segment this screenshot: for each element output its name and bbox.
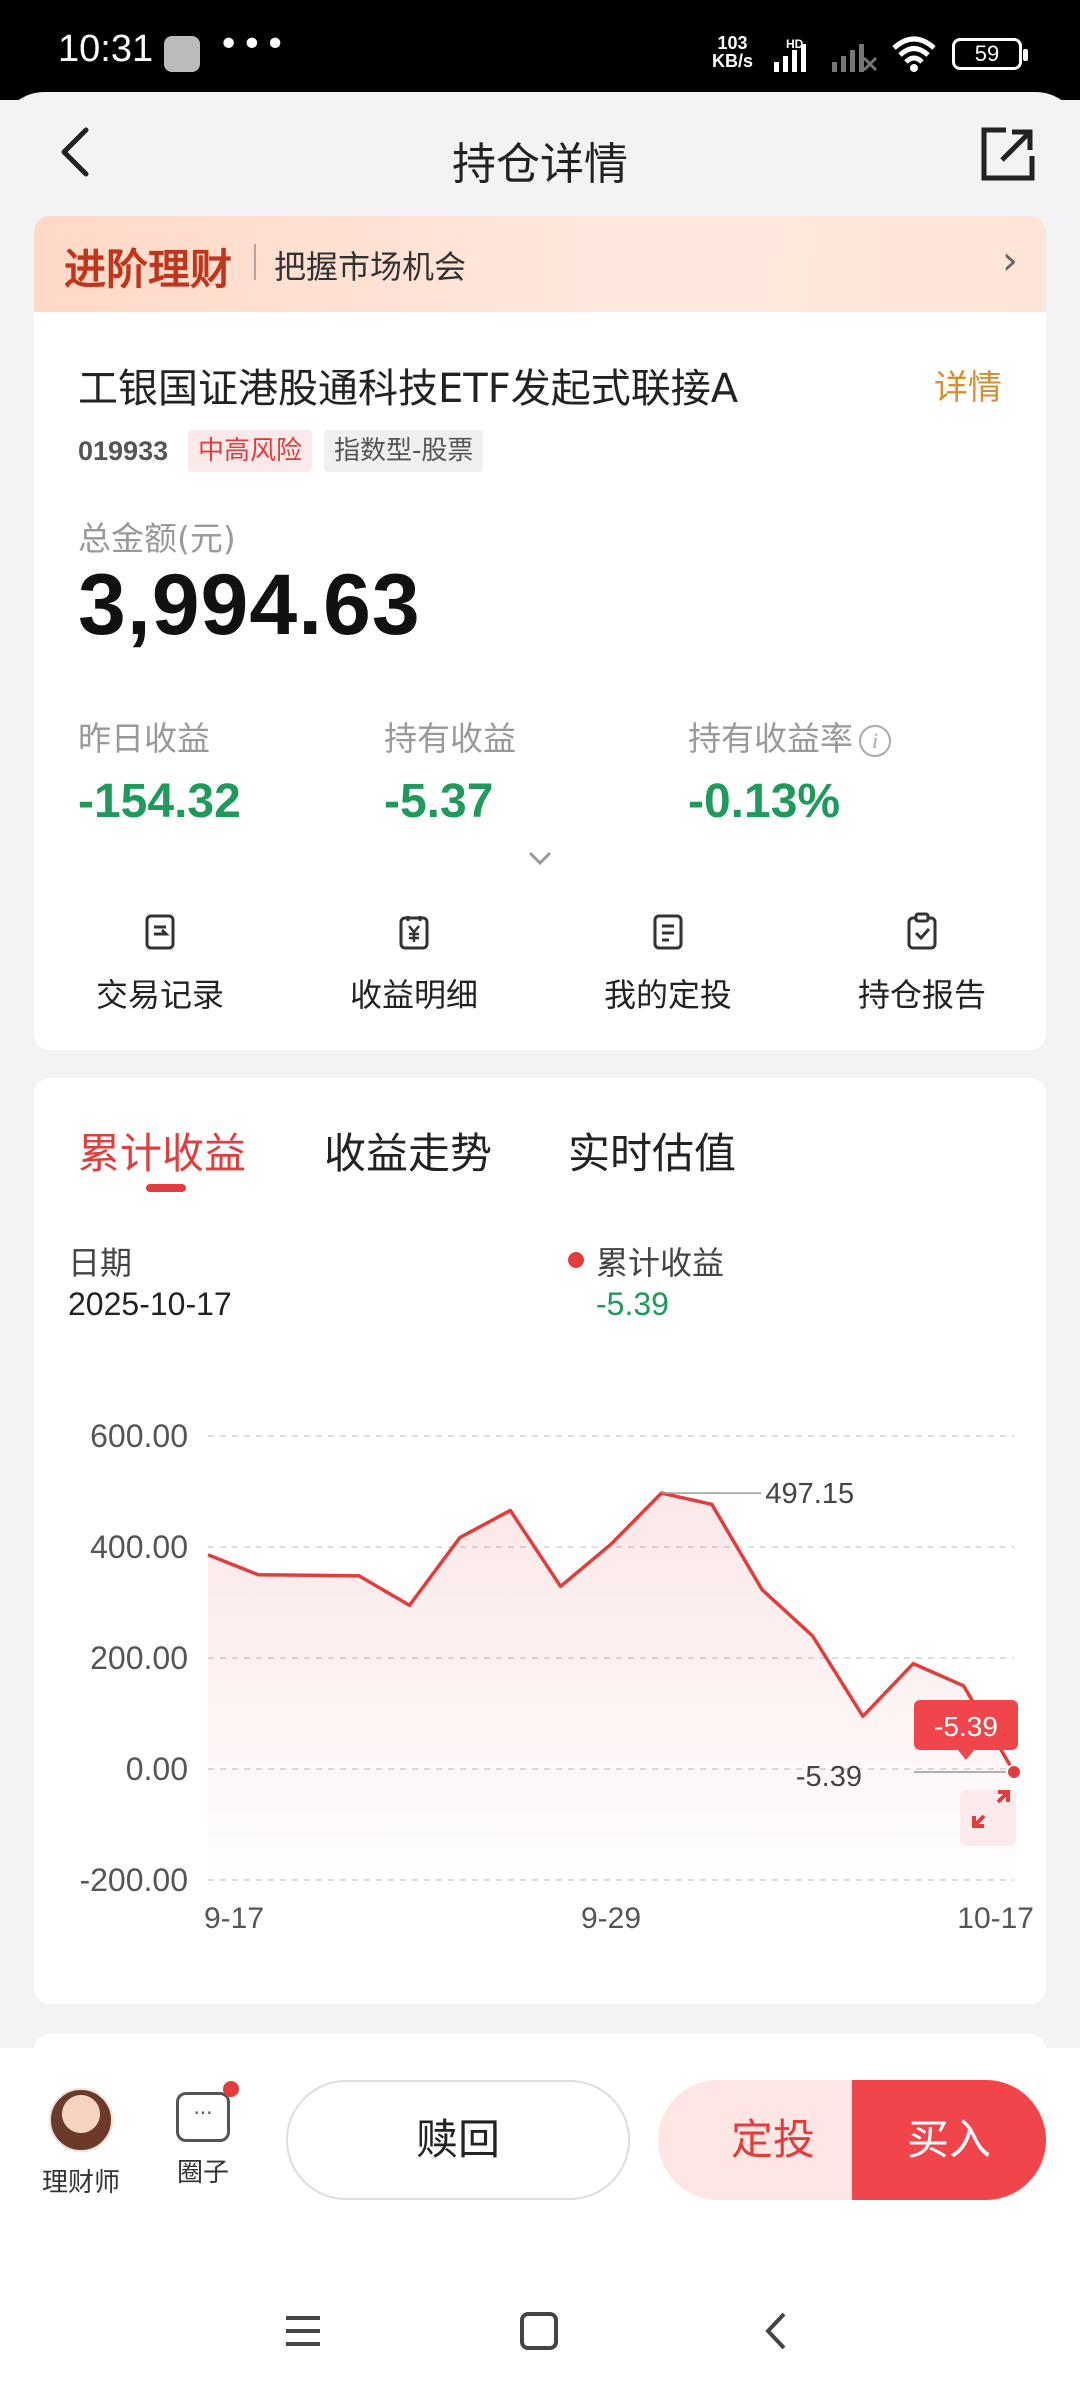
action-label: 交易记录 — [95, 976, 224, 1014]
back-nav-icon[interactable] — [756, 2310, 798, 2352]
last-point — [1006, 1763, 1022, 1780]
legend-label: 累计收益 — [596, 1244, 725, 1282]
chat-bubble-icon: ··· — [176, 2081, 239, 2142]
status-bar: 10:31 ••• 103 KB/s HD 59 — [0, 0, 1080, 100]
stat-value: -0.13% — [688, 775, 841, 828]
max-annotation: 497.15 — [765, 1478, 854, 1510]
chat-bubble-dots: ··· — [193, 2101, 213, 2125]
stat-label: 持有收益 — [384, 719, 516, 758]
date-value: 2025-10-17 — [68, 1286, 232, 1322]
active-tab-indicator — [146, 1184, 186, 1192]
tab-realtime-valuation[interactable]: 实时估值 — [568, 1120, 736, 1181]
action-label: 收益明细 — [349, 976, 478, 1014]
network-speed: 103 KB/s — [712, 34, 753, 70]
top-nav: 持仓详情 — [0, 100, 1080, 210]
action-auto-invest[interactable]: 我的定投 — [568, 912, 768, 1016]
action-label: 我的定投 — [603, 976, 732, 1014]
x-tick-label: 9-17 — [204, 1902, 264, 1935]
fund-code: 019933 — [78, 436, 169, 466]
promo-title: 进阶理财 — [64, 245, 233, 294]
page-title: 持仓详情 — [452, 139, 628, 190]
x-tick-label: 10-17 — [957, 1902, 1034, 1935]
x-tick-label: 9-29 — [581, 1902, 641, 1935]
fund-detail-link[interactable]: 详情 — [934, 360, 1002, 409]
redeem-button[interactable]: 赎回 — [286, 2080, 630, 2200]
action-trade-records[interactable]: 交易记录 — [60, 912, 260, 1016]
stat-holding-rate: 持有收益率 i -0.13% — [688, 712, 891, 829]
document-icon — [653, 914, 683, 950]
stat-value: -154.32 — [78, 775, 241, 828]
share-icon[interactable] — [978, 124, 1038, 184]
menu-icon[interactable] — [282, 2310, 324, 2352]
yen-document-icon — [399, 916, 429, 950]
total-amount-value: 3,994.63 — [78, 557, 421, 653]
legend-dot — [568, 1252, 584, 1268]
status-time: 10:31 — [58, 28, 154, 70]
stat-label-text: 持有收益率 — [688, 719, 853, 758]
stat-label: 持有收益率 i — [688, 712, 891, 760]
date-label: 日期 — [68, 1244, 133, 1282]
chevron-right-icon: › — [1002, 238, 1018, 284]
home-icon[interactable] — [518, 2310, 560, 2352]
battery-indicator: 59 — [952, 38, 1028, 70]
stat-value: -5.37 — [384, 775, 494, 828]
wifi-icon — [892, 36, 936, 72]
cumulative-income-chart[interactable]: 600.00 400.00 200.00 0.00 -200.00 9-17 9-29 10-… — [34, 1328, 1046, 1988]
promo-divider — [254, 244, 256, 280]
legend-value: -5.39 — [596, 1286, 669, 1322]
y-tick-label: 400.00 — [90, 1529, 188, 1565]
avatar — [49, 2088, 113, 2152]
chevron-down-icon[interactable] — [524, 842, 556, 874]
network-speed-unit: KB/s — [712, 51, 754, 71]
circle-button[interactable]: ··· 圈子 — [148, 2081, 258, 2189]
wrench-icon — [164, 36, 200, 72]
type-tag: 指数型-股票 — [324, 430, 484, 472]
advisor-label: 理财师 — [41, 2168, 120, 2198]
signal-off-icon — [832, 44, 878, 72]
notification-dot — [223, 2081, 239, 2097]
more-notifications-icon: ••• — [218, 24, 288, 65]
y-tick-label: 0.00 — [126, 1751, 188, 1787]
action-label: 持仓报告 — [857, 976, 986, 1014]
y-tick-label: -200.00 — [79, 1862, 188, 1898]
stat-holding: 持有收益 -5.37 — [384, 712, 516, 829]
tab-income-trend[interactable]: 收益走势 — [324, 1120, 492, 1181]
stat-yesterday: 昨日收益 -154.32 — [78, 712, 241, 829]
clipboard-check-icon — [907, 912, 937, 950]
info-icon[interactable]: i — [859, 725, 891, 757]
network-speed-value: 103 — [717, 33, 748, 53]
y-tick-label: 200.00 — [90, 1640, 188, 1676]
total-amount-label: 总金额(元) — [78, 519, 236, 558]
signal-icon: HD — [774, 38, 806, 72]
buy-button[interactable]: 买入 — [852, 2080, 1046, 2200]
system-nav-bar — [0, 2280, 1080, 2390]
advisor-button[interactable]: 理财师 — [26, 2088, 136, 2199]
last-value-badge-text: -5.39 — [934, 1711, 998, 1742]
promo-banner[interactable]: 进阶理财 把握市场机会 › — [34, 216, 1046, 312]
receipt-icon — [145, 914, 175, 950]
stat-label: 昨日收益 — [78, 719, 210, 758]
fund-name: 工银国证港股通科技ETF发起式联接A — [78, 366, 739, 412]
tab-cumulative-income[interactable]: 累计收益 — [78, 1120, 246, 1181]
y-tick-label: 600.00 — [90, 1418, 188, 1454]
fullscreen-icon[interactable] — [960, 1790, 1016, 1846]
chart-card: 累计收益 收益走势 实时估值 日期 2025-10-17 累计收益 -5.39 … — [34, 1078, 1046, 2004]
action-income-detail[interactable]: 收益明细 — [314, 912, 514, 1016]
circle-label: 圈子 — [176, 2158, 229, 2188]
action-holding-report[interactable]: 持仓报告 — [822, 912, 1022, 1016]
risk-tag: 中高风险 — [188, 430, 313, 472]
promo-subtitle: 把握市场机会 — [274, 248, 467, 286]
last-annotation: -5.39 — [796, 1761, 862, 1793]
holding-card: 工银国证港股通科技ETF发起式联接A 详情 019933 中高风险 指数型-股票… — [34, 312, 1046, 1050]
